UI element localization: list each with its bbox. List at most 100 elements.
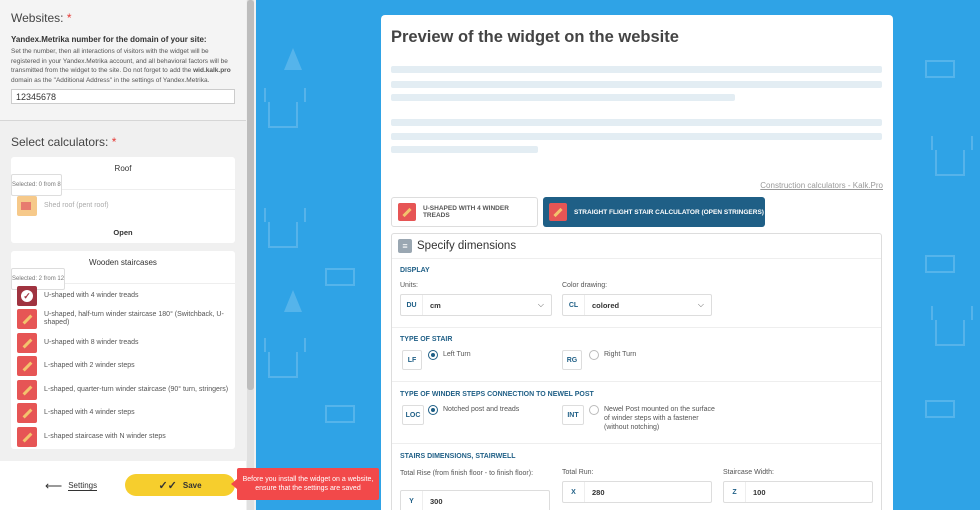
calc-group-name: Wooden staircases (89, 258, 157, 267)
right-turn-radio[interactable] (589, 350, 599, 360)
tree-decoration (284, 290, 302, 312)
staircase-width-code: Z (724, 482, 746, 502)
left-turn-code: LF (402, 350, 422, 370)
house-decoration (268, 102, 298, 128)
list-item-label: U-shaped with 8 winder treads (44, 338, 139, 346)
divider (392, 381, 881, 382)
chevron-down-icon: ⌵ (537, 300, 544, 309)
checked-icon: ✓ (17, 285, 37, 306)
stair-icon (17, 356, 37, 377)
widget-preview: Preview of the widget on the website Con… (381, 15, 893, 510)
notched-code: LOC (402, 405, 424, 425)
metrika-label: Yandex.Metrika number for the domain of … (11, 35, 207, 44)
back-label: Settings (68, 481, 98, 491)
required-mark: * (66, 11, 72, 25)
metrika-number-input[interactable] (11, 89, 235, 104)
color-select[interactable]: CL colored ⌵ (562, 294, 712, 316)
color-label: Color drawing: (562, 282, 608, 289)
left-turn-label: Left Turn (443, 351, 471, 358)
scrollbar[interactable] (247, 0, 254, 510)
required-mark: * (111, 135, 117, 149)
total-run-input[interactable]: X 280 (562, 481, 712, 503)
brand-link[interactable]: Construction calculators - Kalk.Pro (760, 181, 883, 190)
total-run-value: 280 (592, 487, 605, 497)
section-stairs-dimensions: STAIRS DIMENSIONS, STAIRWELL (400, 453, 516, 460)
stair-icon (17, 403, 37, 424)
window-decoration (925, 255, 955, 273)
chevron-down-icon: ⌵ (697, 300, 704, 309)
staircase-width-input[interactable]: Z 100 (723, 481, 873, 503)
roof-icon (17, 195, 37, 216)
window-decoration (325, 405, 355, 423)
total-rise-code: Y (401, 491, 423, 510)
units-select[interactable]: DU cm ⌵ (400, 294, 552, 316)
tab-label: STRAIGHT FLIGHT STAIR CALCULATOR (OPEN S… (574, 208, 764, 216)
tree-decoration (284, 48, 302, 70)
divider (392, 327, 881, 328)
metrika-desc-text: domain as the "Additional Address" in th… (11, 76, 210, 84)
window-decoration (325, 268, 355, 286)
stair-icon (17, 379, 37, 400)
list-item[interactable]: L-shaped, quarter-turn winder staircase … (11, 378, 235, 402)
left-turn-radio[interactable] (428, 350, 438, 360)
newel-post-radio[interactable] (589, 405, 599, 415)
list-item[interactable]: L-shaped staircase with N winder steps (11, 425, 235, 449)
list-item-label: L-shaped with 2 winder steps (44, 362, 135, 370)
house-decoration (935, 320, 965, 346)
total-run-code: X (563, 482, 585, 502)
house-decoration (268, 222, 298, 248)
double-check-icon: ✓✓ (158, 479, 177, 492)
notched-label: Notched post and treads (443, 406, 520, 413)
staircase-width-label: Staircase Width: (723, 469, 774, 476)
section-stair-type: TYPE OF STAIR (400, 336, 453, 343)
calc-group-roof: Roof Selected: 0 from 8 Shed roof (pent … (11, 157, 235, 243)
calc-group-header[interactable]: Wooden staircases Selected: 2 from 12 (11, 251, 235, 290)
yandex-metrika-section: Websites: * Yandex.Metrika number for th… (0, 0, 246, 121)
open-button[interactable]: Open (11, 221, 235, 243)
save-button[interactable]: ✓✓ Save (125, 474, 235, 496)
placeholder-line (391, 119, 882, 126)
stair-icon (17, 332, 37, 353)
select-calculators-heading: Select calculators: * (11, 135, 235, 149)
right-turn-code: RG (562, 350, 582, 370)
save-reminder-tooltip: Before you install the widget on a websi… (231, 468, 379, 500)
placeholder-line (391, 94, 735, 101)
total-run-label: Total Run: (562, 469, 594, 476)
total-rise-input[interactable]: Y 300 (400, 490, 550, 510)
list-item[interactable]: U-shaped, half-turn winder staircase 180… (11, 308, 235, 332)
list-item[interactable]: L-shaped with 2 winder steps (11, 355, 235, 379)
tab-u-shaped-4-winder[interactable]: U-SHAPED WITH 4 WINDER TREADS (391, 197, 538, 227)
list-item-label: L-shaped, quarter-turn winder staircase … (44, 385, 229, 393)
list-item[interactable]: L-shaped with 4 winder steps (11, 402, 235, 426)
newel-post-code: INT (562, 405, 584, 425)
window-decoration (925, 400, 955, 418)
calculators-section: Select calculators: * Roof Selected: 0 f… (0, 121, 246, 449)
staircase-width-value: 100 (753, 487, 766, 497)
dimensions-form: ≡ Specify dimensions DISPLAY Units: DU c… (391, 233, 882, 510)
stair-icon (398, 203, 416, 221)
metrika-description: Set the number, then all interactions of… (11, 47, 235, 85)
stair-icon (17, 426, 37, 447)
list-item-label: L-shaped with 4 winder steps (44, 409, 135, 417)
calc-group-name: Roof (114, 164, 132, 173)
tab-straight-flight[interactable]: STRAIGHT FLIGHT STAIR CALCULATOR (OPEN S… (543, 197, 765, 227)
total-rise-value: 300 (430, 496, 443, 506)
total-rise-label: Total Rise (from finish floor - to finis… (400, 470, 534, 477)
bottom-bar: ⟵ Settings ✓✓ Save (0, 461, 246, 510)
notched-radio[interactable] (428, 405, 438, 415)
right-turn-label: Right Turn (604, 351, 637, 358)
sliders-icon: ≡ (398, 239, 412, 253)
placeholder-line (391, 66, 882, 73)
units-value: cm (430, 300, 441, 310)
scrollbar-thumb[interactable] (247, 0, 254, 390)
list-item-label: U-shaped with 4 winder treads (44, 291, 139, 299)
placeholder-line (391, 81, 882, 88)
color-value: colored (592, 300, 620, 310)
tab-label: U-SHAPED WITH 4 WINDER TREADS (422, 205, 509, 219)
divider (392, 443, 881, 444)
page-title: Preview of the widget on the website (391, 28, 679, 46)
calc-group-header[interactable]: Roof Selected: 0 from 8 (11, 157, 235, 196)
back-to-settings-link[interactable]: ⟵ Settings (45, 479, 98, 493)
list-item[interactable]: U-shaped with 8 winder treads (11, 331, 235, 355)
arrow-left-icon: ⟵ (45, 479, 63, 493)
